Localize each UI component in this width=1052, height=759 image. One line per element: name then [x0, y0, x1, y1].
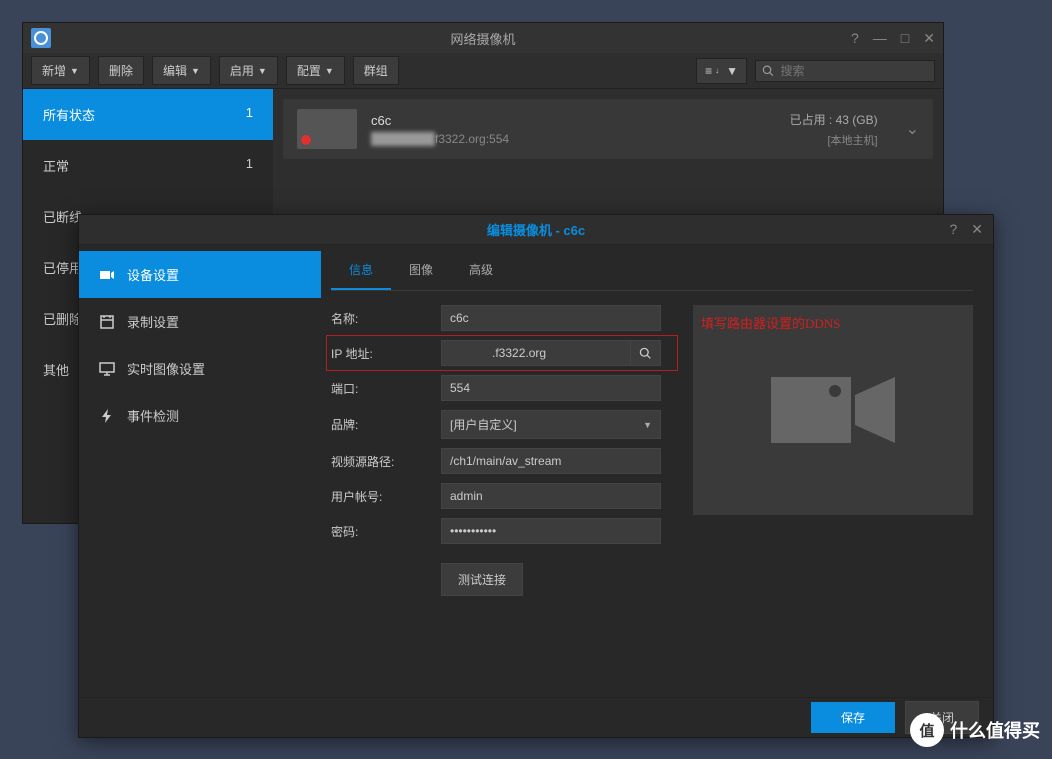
sidebar-item-event[interactable]: 事件检测: [79, 392, 321, 439]
annotation-text: 填写路由器设置的DDNS: [701, 313, 840, 332]
sidebar-item-device[interactable]: 设备设置: [79, 251, 321, 298]
password-input[interactable]: [441, 518, 661, 544]
watermark-icon: 值: [910, 713, 944, 747]
save-button[interactable]: 保存: [811, 702, 895, 733]
dialog-footer: 保存 关闭: [79, 697, 993, 737]
ip-label: IP 地址:: [331, 345, 441, 362]
chevron-down-icon[interactable]: ⌄: [906, 119, 919, 139]
edit-button[interactable]: 编辑▼: [152, 56, 211, 85]
camera-card[interactable]: c6c xxxxf3322.org:554 已占用 : 43 (GB) [本地主…: [283, 99, 933, 159]
dialog-titlebar: 编辑摄像机 - c6c ? ✕: [79, 215, 993, 245]
help-icon[interactable]: ?: [851, 30, 859, 47]
sidebar-item-record[interactable]: 录制设置: [79, 298, 321, 345]
dialog-title: 编辑摄像机 - c6c: [487, 220, 585, 239]
sidebar-item-live[interactable]: 实时图像设置: [79, 345, 321, 392]
test-connection-button[interactable]: 测试连接: [441, 563, 523, 596]
dialog-sidebar: 设备设置 录制设置 实时图像设置 事件检测: [79, 245, 321, 697]
maximize-icon[interactable]: □: [901, 30, 909, 47]
tab-advanced[interactable]: 高级: [451, 251, 511, 290]
monitor-icon: [99, 361, 115, 377]
pass-label: 密码:: [331, 523, 441, 540]
search-box[interactable]: [755, 60, 935, 82]
user-label: 用户帐号:: [331, 488, 441, 505]
toolbar: 新增▼ 删除 编辑▼ 启用▼ 配置▼ 群组 ≡↓ ▼: [23, 53, 943, 89]
camera-placeholder-icon: [763, 365, 903, 455]
sort-button[interactable]: ≡↓ ▼: [696, 58, 747, 84]
camera-icon: [99, 267, 115, 283]
tab-image[interactable]: 图像: [391, 251, 451, 290]
calendar-icon: [99, 314, 115, 330]
search-icon: [639, 347, 652, 360]
dialog-close-icon[interactable]: ✕: [971, 221, 983, 238]
ip-search-button[interactable]: [631, 340, 661, 366]
minimize-icon[interactable]: —: [873, 30, 887, 47]
app-title: 网络摄像机: [450, 29, 515, 48]
brand-label: 品牌:: [331, 416, 441, 433]
search-icon: [762, 64, 774, 78]
camera-name: c6c: [371, 113, 776, 128]
group-button[interactable]: 群组: [353, 56, 399, 85]
camera-preview: 填写路由器设置的DDNS: [693, 305, 973, 515]
name-input[interactable]: [441, 305, 661, 331]
camera-thumbnail: [297, 109, 357, 149]
enable-button[interactable]: 启用▼: [219, 56, 278, 85]
form: 名称: IP 地址:: [331, 305, 673, 596]
delete-button[interactable]: 删除: [98, 56, 144, 85]
status-all[interactable]: 所有状态1: [23, 89, 273, 140]
path-input[interactable]: [441, 448, 661, 474]
watermark-text: 什么值得买: [950, 717, 1040, 743]
search-input[interactable]: [780, 64, 928, 78]
ip-input[interactable]: [441, 340, 631, 366]
user-input[interactable]: [441, 483, 661, 509]
main-titlebar: 网络摄像机 ? — □ ✕: [23, 23, 943, 53]
brand-select[interactable]: [用户自定义]▼: [441, 410, 661, 439]
app-icon: [31, 28, 51, 48]
dialog-help-icon[interactable]: ?: [949, 221, 957, 238]
tab-info[interactable]: 信息: [331, 251, 391, 290]
port-input[interactable]: [441, 375, 661, 401]
port-label: 端口:: [331, 380, 441, 397]
config-button[interactable]: 配置▼: [286, 56, 345, 85]
camera-usage: 已占用 : 43 (GB): [790, 111, 878, 128]
name-label: 名称:: [331, 310, 441, 327]
bolt-icon: [99, 408, 115, 424]
camera-address: xxxxf3322.org:554: [371, 132, 776, 146]
path-label: 视频源路径:: [331, 453, 441, 470]
status-normal[interactable]: 正常1: [23, 140, 273, 191]
watermark: 值 什么值得买: [910, 713, 1040, 747]
close-icon[interactable]: ✕: [923, 30, 935, 47]
dialog-tabs: 信息 图像 高级: [331, 251, 973, 291]
add-button[interactable]: 新增▼: [31, 56, 90, 85]
edit-camera-dialog: 编辑摄像机 - c6c ? ✕ 设备设置 录制设置 实时图像设置 事件检测: [78, 214, 994, 738]
camera-host: [本地主机]: [790, 132, 878, 148]
